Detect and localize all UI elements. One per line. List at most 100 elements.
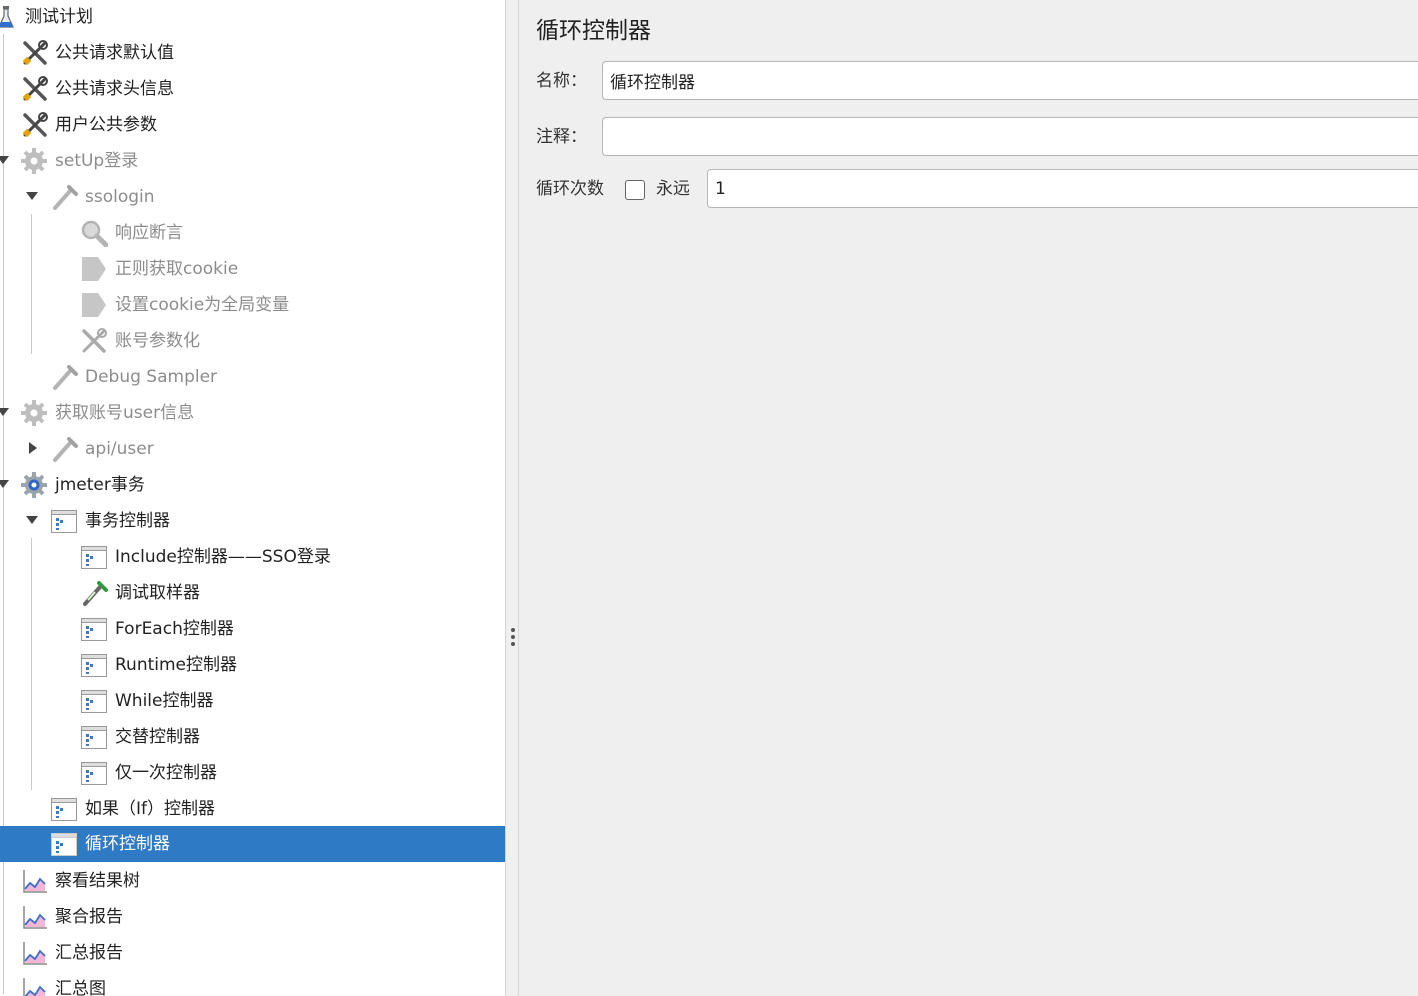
post-processor-icon — [80, 291, 108, 319]
tree-item-summary-graph[interactable]: 汇总图 — [0, 971, 505, 996]
tree-item-api-user[interactable]: api/user — [0, 431, 505, 467]
tree-item-label: 设置cookie为全局变量 — [115, 295, 290, 315]
controller-icon — [50, 507, 78, 535]
tree-item-label: 仅一次控制器 — [115, 763, 217, 783]
tree-item-while-controller[interactable]: While控制器 — [0, 683, 505, 719]
tree-item-label: 聚合报告 — [55, 907, 123, 927]
forever-checkbox[interactable] — [625, 180, 645, 200]
tree-item-runtime-controller[interactable]: Runtime控制器 — [0, 647, 505, 683]
tree-item-aggregate-report[interactable]: 聚合报告 — [0, 899, 505, 935]
tree-item-label: api/user — [85, 439, 154, 459]
tree-item-get-user-info[interactable]: 获取账号user信息 — [0, 395, 505, 431]
name-label: 名称： — [536, 71, 587, 91]
tree-item-label: 调试取样器 — [115, 583, 200, 603]
test-plan-tree[interactable]: 测试计划 公共请求默认值 公共请求头信息 用户公共参数 setUp登录 ssol… — [0, 0, 505, 996]
wrench-screwdriver-icon — [21, 39, 49, 67]
tree-item-set-cookie-global[interactable]: 设置cookie为全局变量 — [0, 287, 505, 323]
controller-icon — [80, 723, 108, 751]
grip-dot — [511, 628, 515, 632]
grip-dot — [511, 642, 515, 646]
pipette-sampler-icon — [50, 363, 78, 391]
tree-item-ssologin[interactable]: ssologin — [0, 179, 505, 215]
tree-item-label: 汇总报告 — [55, 943, 123, 963]
pipette-sampler-icon — [50, 183, 78, 211]
tree-item-test-plan[interactable]: 测试计划 — [0, 0, 505, 35]
wrench-screwdriver-icon — [21, 75, 49, 103]
gear-blue-icon — [20, 471, 48, 499]
pipette-sampler-icon — [50, 435, 78, 463]
controller-icon — [80, 651, 108, 679]
controller-icon — [80, 759, 108, 787]
pipette-green-icon — [80, 579, 108, 607]
tree-item-label: jmeter事务 — [55, 475, 145, 495]
tree-item-label: 公共请求头信息 — [55, 79, 174, 99]
controller-icon — [80, 543, 108, 571]
controller-icon — [80, 615, 108, 643]
tree-item-label: 测试计划 — [25, 7, 93, 27]
expand-toggle[interactable] — [29, 442, 37, 454]
test-plan-flask-icon — [0, 3, 25, 31]
tree-item-label: 如果（If）控制器 — [85, 799, 215, 819]
tree-item-foreach-controller[interactable]: ForEach控制器 — [0, 611, 505, 647]
tree-item-debug-sampler[interactable]: Debug Sampler — [0, 359, 505, 395]
graph-listener-icon — [21, 975, 49, 996]
tree-item-view-results-tree[interactable]: 察看结果树 — [0, 863, 505, 899]
wrench-screwdriver-icon — [21, 111, 49, 139]
tree-item-debug-sampler-cn[interactable]: 调试取样器 — [0, 575, 505, 611]
comment-input[interactable] — [602, 117, 1418, 156]
tree-item-transaction-controller[interactable]: 事务控制器 — [0, 503, 505, 539]
tree-item-if-controller[interactable]: 如果（If）控制器 — [0, 791, 505, 827]
tree-item-include-controller[interactable]: Include控制器——SSO登录 — [0, 539, 505, 575]
tree-item-once-only-controller[interactable]: 仅一次控制器 — [0, 755, 505, 791]
tree-item-label: Include控制器——SSO登录 — [115, 547, 331, 567]
wrench-screwdriver-icon — [80, 327, 108, 355]
expand-toggle[interactable] — [26, 192, 38, 200]
tree-item-label: 汇总图 — [55, 979, 106, 996]
gear-icon — [20, 147, 48, 175]
tree-item-label: Runtime控制器 — [115, 655, 238, 675]
tree-item-interleave-controller[interactable]: 交替控制器 — [0, 719, 505, 755]
tree-item-label: Debug Sampler — [85, 367, 218, 387]
post-processor-icon — [80, 255, 108, 283]
tree-item-label: 用户公共参数 — [55, 115, 157, 135]
tree-item-user-params[interactable]: 用户公共参数 — [0, 107, 505, 143]
graph-listener-icon — [21, 903, 49, 931]
expand-toggle[interactable] — [26, 516, 38, 524]
forever-label[interactable]: 永远 — [656, 178, 690, 200]
tree-item-summary-report[interactable]: 汇总报告 — [0, 935, 505, 971]
tree-item-account-params[interactable]: 账号参数化 — [0, 323, 505, 359]
tree-item-label: 获取账号user信息 — [55, 403, 195, 423]
gear-icon — [20, 399, 48, 427]
tree-item-response-assertion[interactable]: 响应断言 — [0, 215, 505, 251]
tree-item-label: ssologin — [85, 187, 155, 207]
tree-item-label: 循环控制器 — [85, 834, 170, 854]
tree-item-loop-controller[interactable]: 循环控制器 — [0, 826, 505, 862]
tree-item-label: 察看结果树 — [55, 871, 140, 891]
controller-icon — [50, 830, 78, 858]
split-pane-divider[interactable] — [505, 0, 519, 996]
tree-item-label: 正则获取cookie — [115, 259, 239, 279]
tree-item-regex-cookie[interactable]: 正则获取cookie — [0, 251, 505, 287]
expand-toggle[interactable] — [0, 156, 9, 164]
panel-title: 循环控制器 — [536, 18, 651, 44]
expand-toggle[interactable] — [0, 480, 9, 488]
controller-icon — [50, 795, 78, 823]
graph-listener-icon — [21, 939, 49, 967]
expand-toggle[interactable] — [0, 408, 9, 416]
tree-item-label: 交替控制器 — [115, 727, 200, 747]
loop-controller-panel: 循环控制器 名称： 注释： 循环次数 永远 — [519, 0, 1418, 996]
loop-count-input[interactable] — [707, 169, 1418, 208]
controller-icon — [80, 687, 108, 715]
tree-item-label: 响应断言 — [115, 223, 183, 243]
name-input[interactable] — [602, 61, 1418, 100]
grip-dot — [511, 635, 515, 639]
tree-item-label: ForEach控制器 — [115, 619, 234, 639]
comment-label: 注释： — [536, 127, 587, 147]
magnifier-icon — [80, 219, 109, 248]
tree-item-jmeter-transaction[interactable]: jmeter事务 — [0, 467, 505, 503]
tree-item-label: 公共请求默认值 — [55, 43, 174, 63]
tree-item-label: While控制器 — [115, 691, 214, 711]
tree-item-setup-thread-group[interactable]: setUp登录 — [0, 143, 505, 179]
tree-item-http-defaults[interactable]: 公共请求默认值 — [0, 35, 505, 71]
tree-item-header-manager[interactable]: 公共请求头信息 — [0, 71, 505, 107]
